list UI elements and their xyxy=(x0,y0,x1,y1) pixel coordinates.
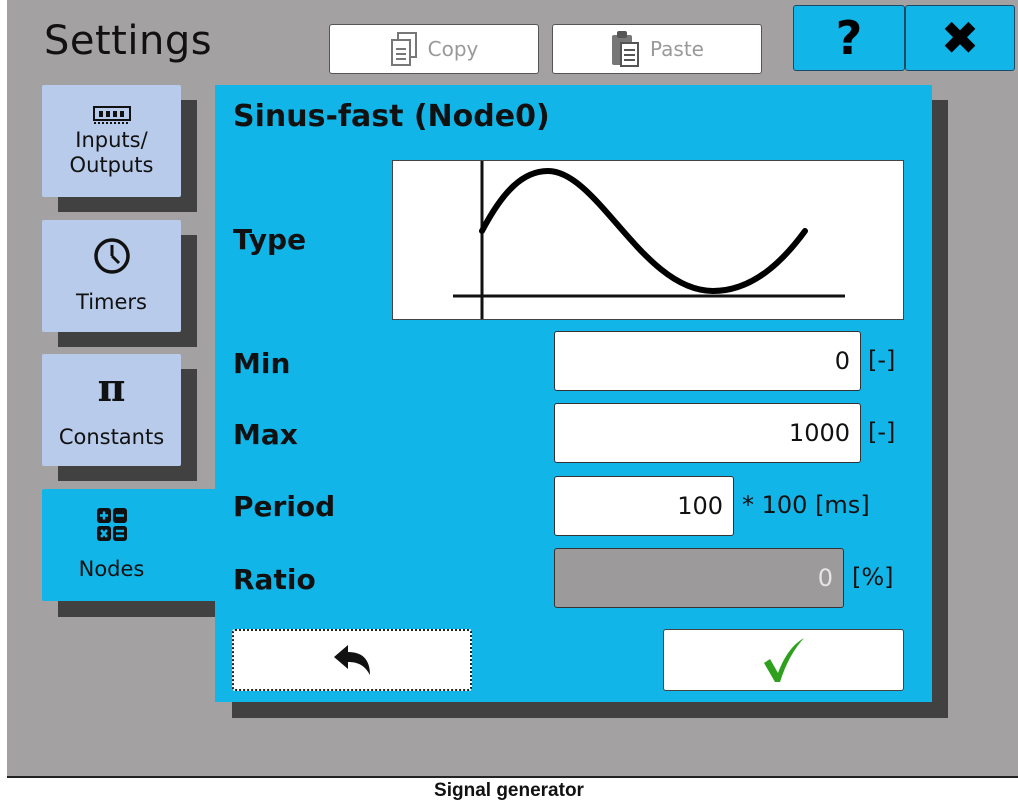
sidebar-item-timers[interactable]: Timers xyxy=(42,220,181,332)
close-button[interactable]: ✖ xyxy=(905,5,1015,71)
ratio-unit: [%] xyxy=(852,563,894,591)
checkmark-icon xyxy=(763,638,804,682)
copy-label: Copy xyxy=(427,37,479,61)
max-input[interactable]: 1000 xyxy=(554,403,861,463)
back-button[interactable] xyxy=(232,629,472,691)
sidebar-item-constants[interactable]: π Constants xyxy=(42,354,181,466)
paste-icon xyxy=(612,31,639,67)
copy-icon xyxy=(390,32,417,66)
sidebar-item-inputs-outputs[interactable]: Inputs/ Outputs xyxy=(42,85,181,197)
copy-button[interactable]: Copy xyxy=(329,24,539,74)
paste-button[interactable]: Paste xyxy=(552,24,762,74)
sidebar-item-label: Constants xyxy=(58,425,165,450)
node-settings-panel: Sinus-fast (Node0) Type Min 0 [-] Max 10… xyxy=(215,85,932,702)
sine-wave-icon xyxy=(453,161,845,319)
period-unit: * 100 [ms] xyxy=(742,491,870,519)
max-unit: [-] xyxy=(868,418,896,446)
max-label: Max xyxy=(233,418,298,451)
sidebar-item-label: Nodes xyxy=(78,557,145,582)
ratio-label: Ratio xyxy=(233,563,316,596)
undo-arrow-icon xyxy=(334,645,370,675)
grid-math-icon xyxy=(96,508,127,542)
pi-icon: π xyxy=(97,365,126,411)
min-unit: [-] xyxy=(868,346,896,374)
confirm-button[interactable] xyxy=(663,629,904,691)
figure-caption: Signal generator xyxy=(434,780,584,801)
help-button[interactable]: ? xyxy=(793,5,905,71)
sidebar-item-label: Inputs/ Outputs xyxy=(69,127,154,177)
min-input[interactable]: 0 xyxy=(554,331,861,391)
period-label: Period xyxy=(233,490,336,523)
waveform-type-selector[interactable] xyxy=(392,160,904,320)
min-label: Min xyxy=(233,347,291,380)
close-icon: ✖ xyxy=(940,11,980,65)
sidebar-item-nodes[interactable]: Nodes xyxy=(42,489,217,601)
clock-icon xyxy=(93,238,130,275)
panel-title: Sinus-fast (Node0) xyxy=(233,99,550,134)
sidebar-item-label: Timers xyxy=(76,290,147,315)
page-title: Settings xyxy=(44,18,213,64)
ratio-input: 0 xyxy=(554,548,844,608)
type-label: Type xyxy=(233,223,307,256)
divider xyxy=(7,776,1018,778)
memory-icon xyxy=(92,105,131,124)
paste-label: Paste xyxy=(650,37,704,61)
period-input[interactable]: 100 xyxy=(554,476,734,536)
help-icon: ? xyxy=(835,11,863,65)
